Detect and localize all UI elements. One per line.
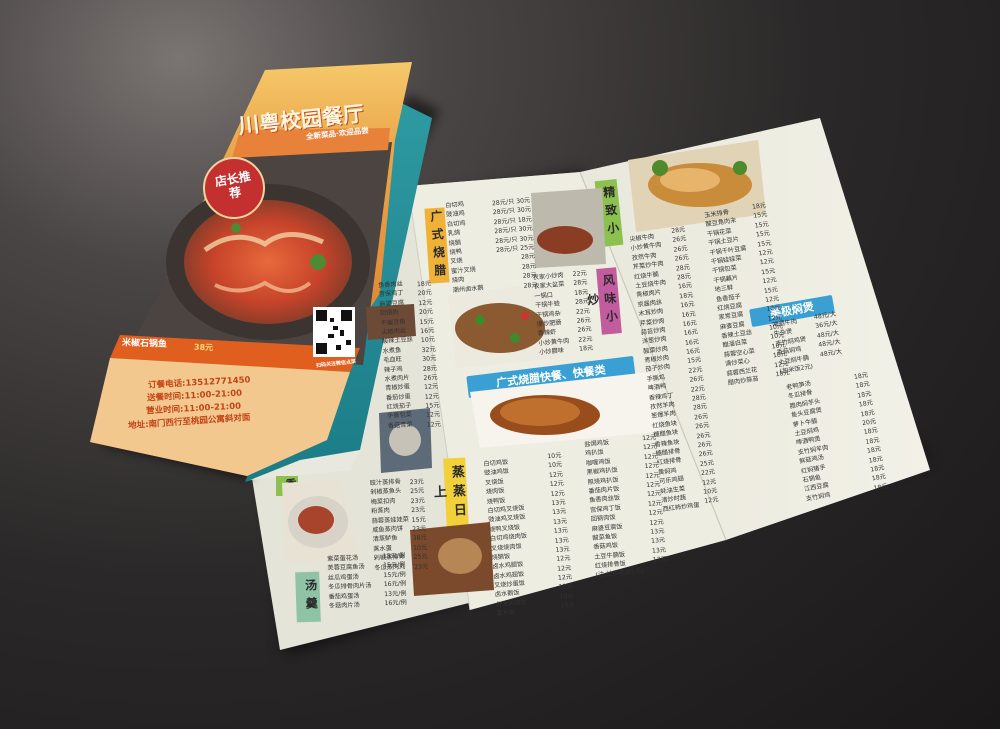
menu-item-name: 冬菇肉片汤 <box>328 601 360 610</box>
food-photos <box>282 140 766 596</box>
menu-soup-prices: 13元/例 15元/例 15元/例 16元/例 13元/例 16元/例 <box>365 551 407 609</box>
menu-item-price: 16元/例 <box>384 599 407 608</box>
menu-roast-prices: 28元/只 30元 28元/只 30元 28元/只 18元 28元/只 30元 28元/… <box>480 196 538 294</box>
menu-item-price: 12元 <box>426 420 442 429</box>
menu-item-price: 23元 <box>413 562 429 571</box>
menu-item-name: 冬瓜排骨肉片汤 <box>328 582 372 591</box>
menu-item-name: 芙蓉豆腐鱼汤 <box>327 563 365 573</box>
